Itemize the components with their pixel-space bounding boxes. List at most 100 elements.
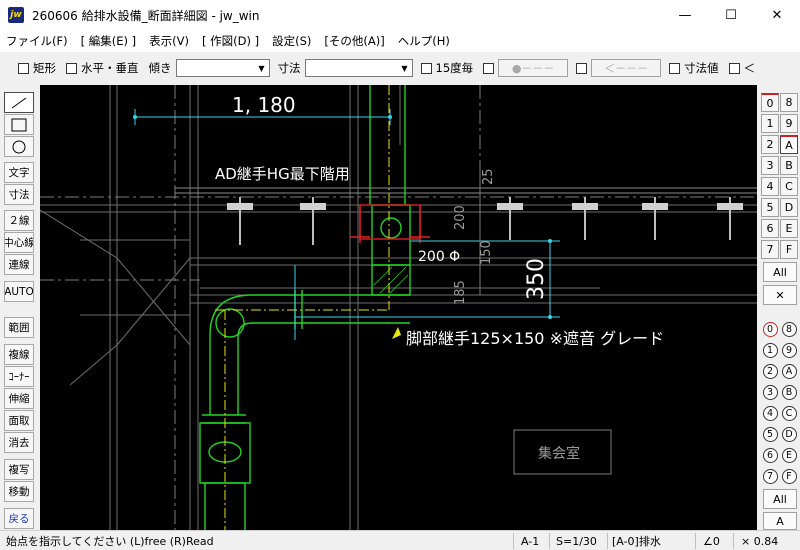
dimension-tool-button[interactable]: 寸法	[4, 184, 34, 205]
layer-group-4-button[interactable]: 4	[761, 177, 779, 196]
status-zoom[interactable]: × 0.84	[741, 533, 778, 549]
close-button[interactable]: ✕	[754, 0, 800, 30]
dim-25-label: 25	[481, 168, 496, 185]
line-tool-button[interactable]	[4, 92, 34, 113]
range-tool-button[interactable]: 範囲	[4, 317, 34, 338]
layer-group-9-button[interactable]: 9	[780, 114, 798, 133]
layer-group-f-button[interactable]: F	[780, 240, 798, 259]
layer-group-5-button[interactable]: 5	[761, 198, 779, 217]
layer-0-button[interactable]: 0	[761, 320, 779, 339]
center-line-tool-button[interactable]: 中心線	[4, 232, 34, 253]
menu-view[interactable]: 表示(V)	[149, 33, 189, 49]
layer-e-button[interactable]: E	[780, 446, 798, 465]
menu-other[interactable]: [その他(A)]	[324, 33, 384, 49]
minimize-button[interactable]: —	[662, 0, 708, 30]
continuous-line-tool-button[interactable]: 連線	[4, 254, 34, 275]
layer-d-button[interactable]: D	[780, 425, 798, 444]
erase-tool-button[interactable]: 消去	[4, 432, 34, 453]
menu-help[interactable]: ヘルプ(H)	[398, 33, 450, 49]
layer-6-button[interactable]: 6	[761, 446, 779, 465]
layer-group-all-button[interactable]: All	[763, 262, 797, 282]
layer-group-0-button[interactable]: 0	[761, 93, 779, 112]
auto-tool-button[interactable]: AUTO	[4, 281, 34, 302]
chevron-down-icon: ▼	[258, 63, 265, 73]
copy-tool-button[interactable]: 複写	[4, 459, 34, 480]
move-tool-button[interactable]: 移動	[4, 481, 34, 502]
rect-label: 矩形	[33, 61, 56, 75]
layer-group-close-button[interactable]: ✕	[763, 285, 797, 305]
menu-edit[interactable]: [ 編集(E) ]	[81, 33, 137, 49]
corner-tool-button[interactable]: ｺｰﾅｰ	[4, 366, 34, 387]
menu-draw[interactable]: [ 作図(D) ]	[202, 33, 259, 49]
layer-group-7-button[interactable]: 7	[761, 240, 779, 259]
menu-file[interactable]: ファイル(F)	[6, 33, 68, 49]
layer-b-label: B	[781, 385, 797, 400]
lt-checkbox[interactable]	[728, 62, 740, 74]
layer-c-button[interactable]: C	[780, 404, 798, 423]
layer-f-button[interactable]: F	[780, 467, 798, 486]
layer-6-label: 6	[762, 448, 778, 463]
dimension-combo[interactable]: ▼	[304, 59, 413, 77]
layer-a-label: A	[781, 364, 797, 379]
layer-9-button[interactable]: 9	[780, 341, 798, 360]
rect-tool-button[interactable]	[4, 114, 34, 135]
stretch-tool-button[interactable]: 伸縮	[4, 388, 34, 409]
layer-group-8-button[interactable]: 8	[780, 93, 798, 112]
layer-8-button[interactable]: 8	[780, 320, 798, 339]
layer-4-button[interactable]: 4	[761, 404, 779, 423]
status-angle[interactable]: ∠0	[703, 533, 720, 549]
chamfer-tool-button[interactable]: 面取	[4, 410, 34, 431]
layer-group-6-button[interactable]: 6	[761, 219, 779, 238]
deg15-checkbox[interactable]	[420, 62, 432, 74]
circle-tool-button[interactable]	[4, 136, 34, 157]
status-separator	[549, 533, 550, 549]
layer-a-button[interactable]: A	[780, 362, 798, 381]
layer-7-label: 7	[762, 469, 778, 484]
layer-all-button[interactable]: All	[763, 489, 797, 509]
menu-bar: ファイル(F) [ 編集(E) ] 表示(V) [ 作図(D) ] 設定(S) …	[0, 30, 800, 52]
layer-group-d-button[interactable]: D	[780, 198, 798, 217]
status-scale[interactable]: S=1/30	[556, 533, 597, 549]
menu-settings[interactable]: 設定(S)	[272, 33, 311, 49]
double-line-tool-button[interactable]: ２線	[4, 210, 34, 231]
dot-line-button[interactable]: ●－－－	[498, 59, 569, 77]
layer-3-button[interactable]: 3	[761, 383, 779, 402]
layer-e-label: E	[781, 448, 797, 463]
compound-line-tool-button[interactable]: 複線	[4, 344, 34, 365]
layer-8-label: 8	[781, 322, 797, 337]
layer-group-c-button[interactable]: C	[780, 177, 798, 196]
drawing-canvas[interactable]: 1, 180 AD継手HG最下階用 200 Φ 200 150 185 25 3…	[40, 85, 757, 531]
dim-350-label: 350	[524, 258, 549, 300]
deg15-label: 15度毎	[435, 61, 474, 75]
horiz-vert-checkbox[interactable]	[66, 62, 77, 74]
dim-value-checkbox[interactable]	[669, 62, 681, 74]
layer-group-3-button[interactable]: 3	[761, 156, 779, 175]
undo-tool-button[interactable]: 戻る	[4, 508, 34, 529]
arrow-line-checkbox[interactable]	[576, 62, 588, 74]
dot-line-checkbox[interactable]	[483, 62, 495, 74]
layer-a-mode-button[interactable]: A	[763, 512, 797, 530]
layer-5-button[interactable]: 5	[761, 425, 779, 444]
layer-5-label: 5	[762, 427, 778, 442]
layer-group-b-button[interactable]: B	[780, 156, 798, 175]
layer-group-2-button[interactable]: 2	[761, 135, 779, 154]
layer-1-button[interactable]: 1	[761, 341, 779, 360]
arrow-line-button[interactable]: ＜－－－	[591, 59, 662, 77]
status-layer[interactable]: [A-0]排水	[612, 533, 661, 549]
ad-fitting-label: AD継手HG最下階用	[215, 165, 350, 183]
maximize-button[interactable]: ☐	[708, 0, 754, 30]
layer-group-a-button[interactable]: A	[780, 135, 798, 154]
layer-7-button[interactable]: 7	[761, 467, 779, 486]
chevron-down-icon: ▼	[401, 63, 408, 73]
layer-group-e-button[interactable]: E	[780, 219, 798, 238]
layer-2-button[interactable]: 2	[761, 362, 779, 381]
text-tool-button[interactable]: 文字	[4, 162, 34, 183]
status-separator	[695, 533, 696, 549]
phi-label: 200 Φ	[418, 249, 460, 265]
layer-panel: 0 8 1 9 2 A 3 B 4 C 5 D 6 E 7 F All ✕ 0 …	[758, 89, 800, 530]
layer-group-1-button[interactable]: 1	[761, 114, 779, 133]
layer-b-button[interactable]: B	[780, 383, 798, 402]
rect-checkbox[interactable]	[18, 62, 29, 74]
dim-185-label: 185	[453, 280, 468, 305]
tilt-combo[interactable]: ▼	[175, 59, 270, 77]
